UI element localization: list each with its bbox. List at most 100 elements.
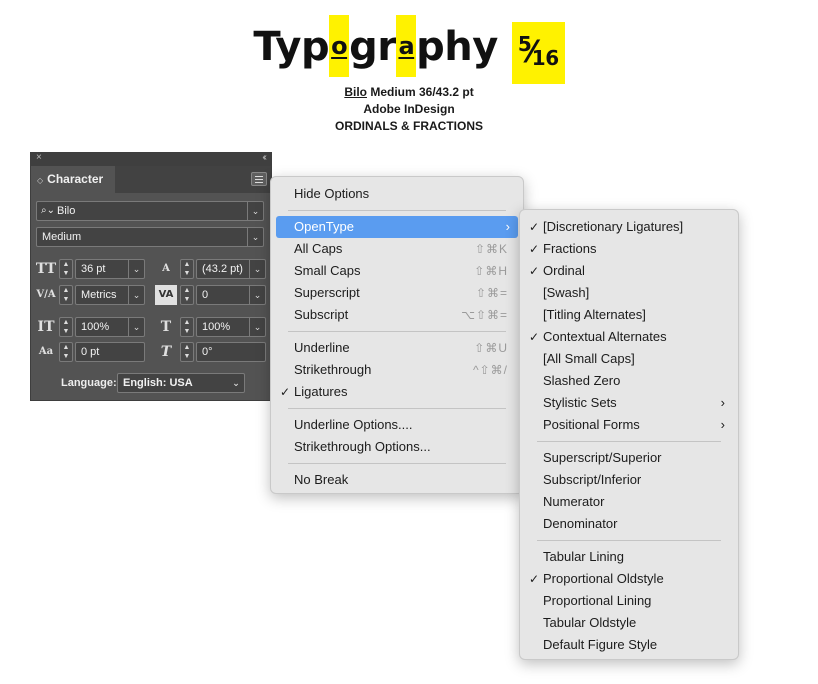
skew-field[interactable]: 0° bbox=[196, 342, 266, 362]
leading-field[interactable]: (43.2 pt) ⌄ bbox=[196, 259, 266, 279]
menu-item-label: Tabular Oldstyle bbox=[543, 615, 637, 630]
title-part-2: gr bbox=[349, 24, 397, 70]
menu-item-numerator[interactable]: Numerator bbox=[525, 491, 733, 513]
menu-item-strikethrough-options[interactable]: Strikethrough Options... bbox=[276, 436, 518, 458]
horizontal-scale-stepper[interactable]: ▲ ▼ bbox=[180, 317, 194, 337]
font-size-field[interactable]: 36 pt ⌄ bbox=[75, 259, 145, 279]
menu-item-stylistic-sets[interactable]: Stylistic Sets › bbox=[525, 392, 733, 414]
language-label: Language: bbox=[61, 377, 117, 389]
menu-item-label: Numerator bbox=[543, 494, 605, 509]
opentype-submenu: ✓ [Discretionary Ligatures] ✓ Fractions ✓ O… bbox=[519, 209, 739, 660]
chevron-down-icon[interactable]: ⌄ bbox=[228, 374, 244, 392]
skew-stepper[interactable]: ▲ ▼ bbox=[180, 342, 194, 362]
menu-separator bbox=[288, 463, 506, 464]
menu-item-label: Underline bbox=[294, 340, 350, 355]
menu-item-superscript[interactable]: Superscript ⇧⌘= bbox=[276, 282, 518, 304]
chevron-down-icon[interactable]: ⌄ bbox=[249, 286, 265, 304]
font-style-field[interactable]: Medium ⌄ bbox=[36, 227, 264, 247]
subtitle-font-name: Bilo bbox=[344, 85, 367, 99]
font-family-value: Bilo bbox=[57, 205, 76, 217]
baseline-shift-stepper[interactable]: ▲ ▼ bbox=[59, 342, 73, 362]
title-fraction: 5 ⁄ 16 bbox=[511, 22, 565, 84]
tracking-field[interactable]: 0 ⌄ bbox=[196, 285, 266, 305]
chevron-down-icon[interactable]: ⌄ bbox=[128, 318, 144, 336]
menu-separator bbox=[288, 331, 506, 332]
menu-item-label: All Caps bbox=[294, 241, 343, 256]
panel-menu-button[interactable] bbox=[251, 172, 267, 186]
vertical-scale-stepper[interactable]: ▲ ▼ bbox=[59, 317, 73, 337]
menu-item-discretionary-ligatures[interactable]: ✓ [Discretionary Ligatures] bbox=[525, 216, 733, 238]
chevron-down-icon[interactable]: ⌄ bbox=[247, 202, 263, 220]
menu-item-small-caps[interactable]: Small Caps ⇧⌘H bbox=[276, 260, 518, 282]
menu-item-denominator[interactable]: Denominator bbox=[525, 513, 733, 535]
menu-item-slashed-zero[interactable]: Slashed Zero bbox=[525, 370, 733, 392]
menu-item-fractions[interactable]: ✓ Fractions bbox=[525, 238, 733, 260]
menu-item-label: Ligatures bbox=[294, 384, 348, 399]
menu-item-ligatures[interactable]: ✓ Ligatures bbox=[276, 381, 518, 403]
menu-item-proportional-lining[interactable]: Proportional Lining bbox=[525, 590, 733, 612]
menu-item-tabular-oldstyle[interactable]: Tabular Oldstyle bbox=[525, 612, 733, 634]
menu-item-no-break[interactable]: No Break bbox=[276, 469, 518, 491]
menu-item-ordinal[interactable]: ✓ Ordinal bbox=[525, 260, 733, 282]
vertical-scale-field[interactable]: 100% ⌄ bbox=[75, 317, 145, 337]
menu-item-subscript[interactable]: Subscript ⌥⇧⌘= bbox=[276, 304, 518, 326]
menu-item-all-caps[interactable]: All Caps ⇧⌘K bbox=[276, 238, 518, 260]
menu-item-swash[interactable]: [Swash] bbox=[525, 282, 733, 304]
title-block: Typ o gr a phy 5 ⁄ 16 Bilo Medium 36/43.2 pt Ad… bbox=[0, 15, 818, 135]
baseline-shift-field[interactable]: 0 pt bbox=[75, 342, 145, 362]
chevron-right-icon: › bbox=[505, 219, 510, 234]
kerning-stepper[interactable]: ▲ ▼ bbox=[59, 285, 73, 305]
menu-item-label: Subscript bbox=[294, 307, 349, 322]
menu-item-label: [Discretionary Ligatures] bbox=[543, 219, 684, 234]
menu-item-titling-alternates[interactable]: [Titling Alternates] bbox=[525, 304, 733, 326]
menu-item-underline-options[interactable]: Underline Options.... bbox=[276, 414, 518, 436]
vertical-scale-icon: IT bbox=[37, 319, 55, 335]
chevron-down-icon[interactable]: ⌄ bbox=[247, 228, 263, 246]
menu-item-opentype[interactable]: OpenType › bbox=[276, 216, 518, 238]
menu-item-underline[interactable]: Underline ⇧⌘U bbox=[276, 337, 518, 359]
panel-tab-bar: ◇ Character bbox=[31, 166, 271, 193]
menu-item-hide-options[interactable]: Hide Options bbox=[276, 183, 518, 205]
close-icon[interactable]: × bbox=[36, 152, 42, 163]
chevron-down-icon[interactable]: ⌄ bbox=[249, 260, 265, 278]
vertical-scale-value: 100% bbox=[81, 321, 110, 333]
menu-item-all-small-caps[interactable]: [All Small Caps] bbox=[525, 348, 733, 370]
leading-stepper[interactable]: ▲ ▼ bbox=[180, 259, 194, 279]
menu-item-strikethrough[interactable]: Strikethrough ^⇧⌘/ bbox=[276, 359, 518, 381]
menu-item-tabular-lining[interactable]: Tabular Lining bbox=[525, 546, 733, 568]
kerning-value: Metrics bbox=[81, 289, 117, 301]
subtitle-topic: ORDINALS & FRACTIONS bbox=[335, 119, 483, 133]
menu-separator bbox=[537, 441, 721, 442]
kerning-field[interactable]: Metrics ⌄ bbox=[75, 285, 145, 305]
menu-item-label: No Break bbox=[294, 472, 349, 487]
menu-item-label: OpenType bbox=[294, 219, 354, 234]
menu-item-contextual-alternates[interactable]: ✓ Contextual Alternates bbox=[525, 326, 733, 348]
chevron-down-icon[interactable]: ⌄ bbox=[128, 286, 144, 304]
menu-item-positional-forms[interactable]: Positional Forms › bbox=[525, 414, 733, 436]
menu-item-proportional-oldstyle[interactable]: ✓ Proportional Oldstyle bbox=[525, 568, 733, 590]
menu-separator bbox=[288, 408, 506, 409]
menu-item-subscript-inferior[interactable]: Subscript/Inferior bbox=[525, 469, 733, 491]
menu-item-label: Superscript bbox=[294, 285, 360, 300]
menu-item-label: Tabular Lining bbox=[543, 549, 624, 564]
collapse-icon[interactable]: ‹‹ bbox=[262, 152, 266, 163]
menu-item-default-figure-style[interactable]: Default Figure Style bbox=[525, 634, 733, 656]
horizontal-scale-field[interactable]: 100% ⌄ bbox=[196, 317, 266, 337]
font-size-stepper[interactable]: ▲ ▼ bbox=[59, 259, 73, 279]
title-highlight-ordinal-a: a bbox=[396, 15, 417, 77]
chevron-down-icon[interactable]: ⌄ bbox=[249, 318, 265, 336]
menu-item-label: Default Figure Style bbox=[543, 637, 658, 652]
chevron-down-icon[interactable]: ⌄ bbox=[128, 260, 144, 278]
menu-item-label: Small Caps bbox=[294, 263, 361, 278]
tracking-stepper[interactable]: ▲ ▼ bbox=[180, 285, 194, 305]
language-select[interactable]: English: USA ⌄ bbox=[117, 373, 245, 393]
font-family-field[interactable]: ⌕⌄ Bilo ⌄ bbox=[36, 201, 264, 221]
menu-separator bbox=[288, 210, 506, 211]
menu-item-superscript-superior[interactable]: Superscript/Superior bbox=[525, 447, 733, 469]
skew-value: 0° bbox=[202, 346, 213, 358]
tab-character[interactable]: ◇ Character bbox=[31, 166, 115, 193]
panel-options-menu: Hide Options OpenType › All Caps ⇧⌘K Small… bbox=[270, 176, 524, 494]
menu-item-label: Proportional Lining bbox=[543, 593, 652, 608]
font-size-icon: TT bbox=[35, 261, 57, 277]
menu-item-label: [Swash] bbox=[543, 285, 590, 300]
